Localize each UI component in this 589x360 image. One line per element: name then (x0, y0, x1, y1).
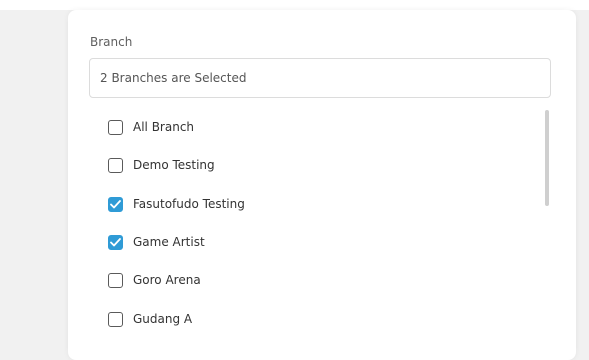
check-icon (110, 237, 121, 246)
check-icon (110, 199, 121, 208)
option-label: Demo Testing (133, 158, 215, 172)
option-game-artist[interactable]: Game Artist (108, 231, 205, 253)
branch-options-list: All Branch Demo Testing Fasutofudo Testi… (108, 110, 528, 350)
checkbox-icon[interactable] (108, 234, 123, 250)
branch-select-box[interactable]: 2 Branches are Selected (89, 58, 551, 98)
option-label: Game Artist (133, 235, 205, 249)
branch-field-label: Branch (90, 35, 133, 49)
top-strip (0, 0, 589, 10)
checkbox-icon[interactable] (108, 311, 123, 327)
checkbox-icon[interactable] (108, 272, 123, 288)
options-scrollbar[interactable] (545, 110, 550, 206)
option-goro-arena[interactable]: Goro Arena (108, 269, 201, 291)
checkbox-icon[interactable] (108, 196, 123, 212)
branch-filter-panel: Branch 2 Branches are Selected All Branc… (68, 10, 576, 360)
checkbox-icon[interactable] (108, 119, 123, 135)
checkbox-icon[interactable] (108, 157, 123, 173)
option-demo-testing[interactable]: Demo Testing (108, 154, 215, 176)
option-label: All Branch (133, 120, 195, 134)
option-label: Goro Arena (133, 273, 201, 287)
option-gudang-a[interactable]: Gudang A (108, 308, 192, 330)
option-label: Gudang A (133, 312, 193, 326)
scrollbar-thumb[interactable] (545, 110, 549, 206)
option-fasutofudo-testing[interactable]: Fasutofudo Testing (108, 193, 245, 215)
option-all-branch[interactable]: All Branch (108, 116, 194, 138)
branch-selected-summary: 2 Branches are Selected (100, 71, 247, 85)
option-label: Fasutofudo Testing (133, 197, 245, 211)
